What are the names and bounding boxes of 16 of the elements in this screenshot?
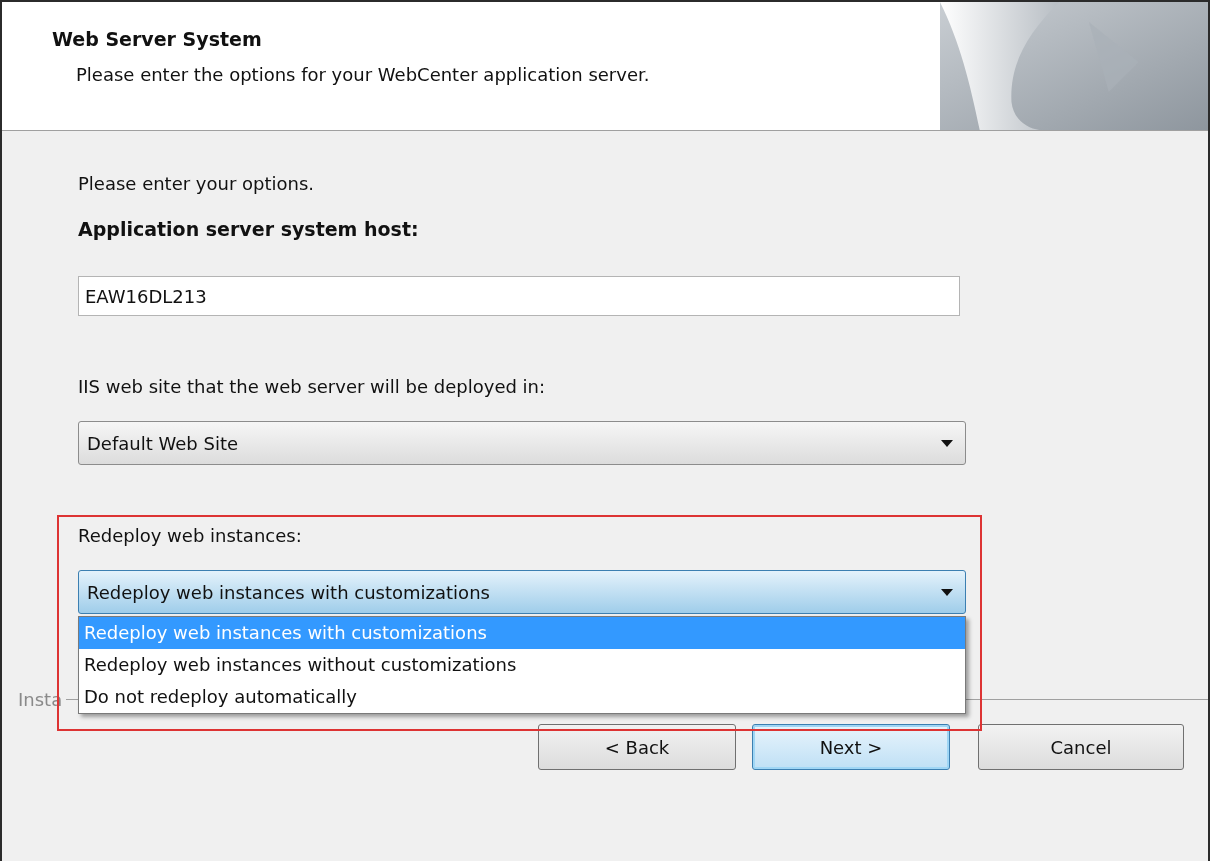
dialog-button[interactable]: Cancel (978, 724, 1184, 770)
page-title: Web Server System (52, 28, 263, 50)
caret-icon (941, 588, 953, 596)
redeploy-dropdown[interactable]: Redeploy web instances with customizations (78, 570, 966, 614)
caret-icon (941, 439, 953, 447)
instruction-text: Please enter your options. (78, 173, 316, 194)
dialog-button[interactable]: < Back (538, 724, 736, 770)
dropdown-option[interactable]: Redeploy web instances without customizations (79, 649, 965, 681)
page-subtitle: Please enter the options for your WebCenter application server. (76, 64, 650, 85)
host-input-field[interactable]: EAW16DL213 (78, 276, 960, 316)
site-dropdown[interactable]: Default Web Site (78, 421, 966, 465)
dialog-button[interactable]: Next > (752, 724, 950, 770)
dropdown-option[interactable]: Do not redeploy automatically (79, 681, 965, 713)
field-label: Redeploy web instances: (78, 525, 303, 546)
field-label: Application server system host: (78, 218, 420, 240)
field-label: IIS web site that the web server will be deployed in: (78, 376, 547, 397)
